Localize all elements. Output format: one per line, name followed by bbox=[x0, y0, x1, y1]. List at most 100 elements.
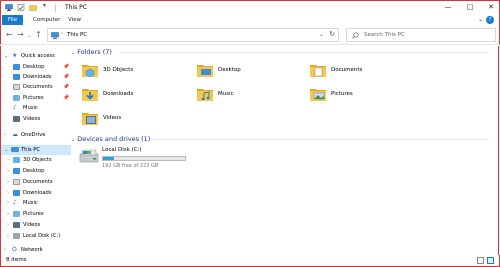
pin-icon[interactable]: 📌 bbox=[63, 95, 69, 101]
collapse-chevron-icon[interactable]: ⌄ bbox=[71, 50, 75, 56]
nav-quick-music[interactable]: ♪ Music bbox=[13, 103, 71, 113]
expand-chevron-icon[interactable]: › bbox=[7, 231, 9, 241]
refresh-icon[interactable]: ↻ bbox=[329, 30, 335, 38]
collapse-chevron-icon[interactable]: ⌄ bbox=[71, 137, 75, 143]
search-box[interactable]: Search This PC bbox=[346, 28, 496, 42]
ribbon-tabs: File Computer View ⌄ ? bbox=[0, 14, 500, 25]
search-input[interactable]: Search This PC bbox=[364, 32, 405, 38]
drive-icon bbox=[13, 232, 20, 239]
forward-arrow-icon[interactable]: → bbox=[17, 30, 24, 40]
new-folder-icon[interactable] bbox=[29, 4, 37, 11]
expand-chevron-icon[interactable]: › bbox=[7, 209, 9, 219]
nav-this-pc[interactable]: ⌄ This PC bbox=[1, 145, 71, 155]
nav-pc-videos[interactable]: › Videos bbox=[7, 220, 71, 230]
nav-pc-pictures[interactable]: › Pictures bbox=[7, 209, 71, 219]
properties-icon[interactable] bbox=[17, 4, 25, 11]
tab-computer[interactable]: Computer bbox=[33, 15, 60, 25]
downloads-icon bbox=[13, 73, 20, 80]
tab-view[interactable]: View bbox=[68, 15, 81, 25]
nav-pc-documents[interactable]: › Documents bbox=[7, 177, 71, 187]
nav-label: Pictures bbox=[23, 211, 44, 217]
nav-pc-music[interactable]: › ♪ Music bbox=[7, 198, 71, 208]
folders-header-label: Folders (7) bbox=[77, 48, 112, 56]
star-icon: ★ bbox=[12, 52, 18, 59]
nav-quick-access[interactable]: ⌄ ★ Quick access bbox=[1, 51, 71, 61]
nav-label: Videos bbox=[23, 116, 41, 122]
nav-network[interactable]: › ⛭ Network bbox=[1, 245, 71, 255]
pin-icon[interactable]: 📌 bbox=[63, 84, 69, 90]
back-arrow-icon[interactable]: ← bbox=[6, 30, 13, 40]
folder-downloads[interactable]: Downloads bbox=[81, 86, 191, 108]
title-bar: ▾ This PC — □ ✕ bbox=[0, 0, 500, 14]
expand-chevron-icon[interactable]: › bbox=[7, 166, 9, 176]
drive-label: Local Disk (C:) bbox=[102, 147, 142, 153]
documents-folder-icon bbox=[310, 65, 326, 77]
folder-label: Documents bbox=[331, 67, 363, 73]
nav-pc-3d-objects[interactable]: › 3D Objects bbox=[7, 155, 71, 165]
navigation-pane: ⌄ ★ Quick access Desktop 📌 Downloads 📌 D… bbox=[0, 46, 71, 255]
drives-header-label: Devices and drives (1) bbox=[77, 135, 151, 143]
expand-chevron-icon[interactable]: › bbox=[4, 245, 6, 255]
nav-network-label: Network bbox=[21, 247, 43, 253]
breadcrumb-chevron-icon[interactable]: › bbox=[61, 31, 63, 37]
window-title: This PC bbox=[65, 4, 87, 11]
folder-documents[interactable]: Documents bbox=[309, 62, 419, 84]
hard-drive-icon bbox=[79, 149, 99, 163]
tab-file[interactable]: File bbox=[2, 15, 23, 25]
desktop-icon bbox=[13, 63, 20, 70]
details-view-icon[interactable] bbox=[477, 257, 484, 264]
nav-label: Local Disk (C:) bbox=[23, 233, 61, 239]
drive-local-disk-c[interactable]: Local Disk (C:) 192 GB free of 223 GB bbox=[79, 147, 209, 169]
nav-label: Downloads bbox=[23, 190, 52, 196]
folder-music[interactable]: Music bbox=[196, 86, 306, 108]
recent-locations-chevron-icon[interactable]: ⌄ bbox=[27, 31, 31, 41]
folder-videos[interactable]: Videos bbox=[81, 110, 191, 132]
music-icon: ♪ bbox=[13, 199, 17, 206]
folder-pictures[interactable]: Pictures bbox=[309, 86, 419, 108]
up-arrow-icon[interactable]: ↑ bbox=[35, 30, 42, 40]
nav-pc-desktop[interactable]: › Desktop bbox=[7, 166, 71, 176]
documents-icon bbox=[13, 178, 20, 185]
expand-chevron-icon[interactable]: › bbox=[7, 188, 9, 198]
folders-group-header[interactable]: ⌄ Folders (7) bbox=[71, 48, 112, 56]
drives-group-header[interactable]: ⌄ Devices and drives (1) bbox=[71, 135, 150, 143]
expand-ribbon-icon[interactable]: ⌄ bbox=[478, 16, 483, 23]
large-icons-view-icon[interactable] bbox=[487, 257, 494, 264]
this-pc-icon bbox=[11, 147, 19, 152]
collapse-chevron-icon[interactable]: ⌄ bbox=[4, 145, 8, 155]
pin-icon[interactable]: 📌 bbox=[63, 64, 69, 70]
expand-chevron-icon[interactable]: › bbox=[7, 220, 9, 230]
address-path: This PC bbox=[67, 32, 88, 38]
pin-icon[interactable]: 📌 bbox=[63, 74, 69, 80]
search-icon bbox=[352, 32, 359, 39]
help-icon[interactable]: ? bbox=[486, 16, 494, 24]
status-bar: 8 items bbox=[0, 255, 500, 267]
expand-chevron-icon[interactable]: › bbox=[7, 198, 9, 208]
folder-desktop[interactable]: Desktop bbox=[196, 62, 306, 84]
expand-chevron-icon[interactable]: › bbox=[4, 130, 6, 140]
desktop-icon bbox=[13, 167, 20, 174]
address-bar[interactable]: › This PC ⌄ ↻ bbox=[47, 28, 339, 42]
nav-quick-videos[interactable]: Videos bbox=[13, 114, 71, 124]
nav-pc-local-disk[interactable]: › Local Disk (C:) bbox=[7, 231, 71, 241]
videos-icon bbox=[13, 221, 20, 228]
nav-label: Videos bbox=[23, 222, 41, 228]
documents-icon bbox=[13, 83, 20, 90]
downloads-icon bbox=[13, 189, 20, 196]
quick-access-dropdown-icon[interactable]: ▾ bbox=[43, 2, 51, 9]
nav-onedrive[interactable]: › ☁ OneDrive bbox=[1, 130, 71, 140]
pictures-icon bbox=[13, 94, 20, 101]
network-icon: ⛭ bbox=[12, 246, 17, 253]
nav-pc-downloads[interactable]: › Downloads bbox=[7, 188, 71, 198]
collapse-chevron-icon[interactable]: ⌄ bbox=[4, 51, 8, 61]
expand-chevron-icon[interactable]: › bbox=[7, 155, 9, 165]
expand-chevron-icon[interactable]: › bbox=[7, 177, 9, 187]
address-dropdown-icon[interactable]: ⌄ bbox=[319, 31, 324, 38]
folder-3d-objects[interactable]: 3D Objects bbox=[81, 62, 191, 84]
maximize-button[interactable]: □ bbox=[463, 3, 477, 12]
address-row: ← → ⌄ ↑ › This PC ⌄ ↻ Search This PC bbox=[0, 25, 500, 45]
minimize-button[interactable]: — bbox=[441, 3, 455, 12]
cloud-icon: ☁ bbox=[12, 131, 18, 138]
close-button[interactable]: ✕ bbox=[484, 3, 498, 12]
nav-label: 3D Objects bbox=[23, 157, 52, 163]
